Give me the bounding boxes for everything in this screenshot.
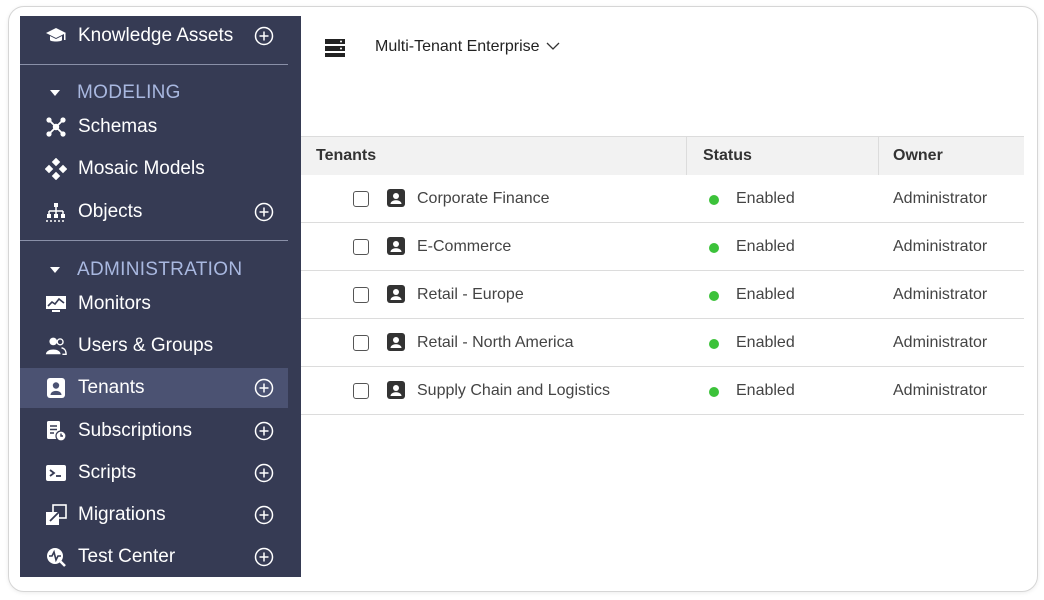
tenant-badge-icon <box>386 236 406 256</box>
add-object-icon[interactable] <box>254 202 274 222</box>
add-subscription-icon[interactable] <box>254 421 274 441</box>
status-text: Enabled <box>736 190 795 207</box>
column-header-status[interactable]: Status <box>686 137 752 175</box>
column-header-owner[interactable]: Owner <box>878 137 943 175</box>
sidebar-item-schemas[interactable]: Schemas <box>20 107 301 147</box>
tenant-selector-dropdown[interactable]: Multi-Tenant Enterprise <box>375 38 560 56</box>
sidebar-item-label: Subscriptions <box>78 420 193 441</box>
sidebar-item-label: Tenants <box>78 377 145 398</box>
objects-hierarchy-icon <box>45 201 67 223</box>
sidebar-item-mosaic-models[interactable]: Mosaic Models <box>20 149 301 189</box>
terminal-icon <box>45 462 67 484</box>
tenant-selector-label: Multi-Tenant Enterprise <box>375 38 540 55</box>
sidebar-divider <box>20 240 288 241</box>
table-row[interactable]: Corporate Finance Enabled Administrator <box>301 175 1024 223</box>
tenant-name: Supply Chain and Logistics <box>417 382 611 399</box>
table-header: Tenants Status Owner <box>301 136 1024 176</box>
chevron-down-icon <box>546 38 560 56</box>
sidebar-item-monitors[interactable]: Monitors <box>20 284 301 324</box>
status-dot <box>709 195 719 205</box>
column-header-tenants[interactable]: Tenants <box>316 137 376 175</box>
tenant-name: Corporate Finance <box>417 190 550 207</box>
tenant-badge-icon <box>386 380 406 400</box>
section-title: MODELING <box>77 82 181 103</box>
test-center-icon <box>45 546 67 568</box>
owner-text: Administrator <box>893 382 988 399</box>
sidebar-item-label: Users & Groups <box>78 335 214 356</box>
caret-down-icon <box>50 267 60 273</box>
sidebar-item-test-center[interactable]: Test Center <box>20 537 301 577</box>
graduation-cap-icon <box>45 25 67 47</box>
add-test-icon[interactable] <box>254 547 274 567</box>
sidebar-item-tenants[interactable]: Tenants <box>20 368 288 408</box>
sidebar: Knowledge Assets MODELING Schemas Mosaic… <box>20 16 301 577</box>
owner-text: Administrator <box>893 190 988 207</box>
owner-text: Administrator <box>893 238 988 255</box>
sidebar-item-label: Test Center <box>78 546 176 567</box>
row-checkbox[interactable] <box>353 287 369 303</box>
add-knowledge-asset-icon[interactable] <box>254 26 274 46</box>
sidebar-item-label: Mosaic Models <box>78 158 205 179</box>
mosaic-icon <box>45 158 67 180</box>
section-administration[interactable]: ADMINISTRATION <box>20 255 301 285</box>
status-text: Enabled <box>736 334 795 351</box>
sidebar-item-scripts[interactable]: Scripts <box>20 453 301 493</box>
caret-down-icon <box>50 90 60 96</box>
owner-text: Administrator <box>893 334 988 351</box>
sidebar-item-label: Scripts <box>78 462 137 483</box>
sidebar-divider <box>20 64 288 65</box>
sidebar-item-label: Schemas <box>78 116 158 137</box>
section-modeling[interactable]: MODELING <box>20 78 301 108</box>
row-checkbox[interactable] <box>353 335 369 351</box>
sidebar-item-label: Objects <box>78 201 143 222</box>
migration-icon <box>45 504 67 526</box>
status-dot <box>709 243 719 253</box>
table-row[interactable]: Retail - Europe Enabled Administrator <box>301 271 1024 319</box>
row-checkbox[interactable] <box>353 239 369 255</box>
row-checkbox[interactable] <box>353 383 369 399</box>
monitor-chart-icon <box>45 293 67 315</box>
status-text: Enabled <box>736 238 795 255</box>
sidebar-item-migrations[interactable]: Migrations <box>20 495 301 535</box>
sidebar-item-label: Monitors <box>78 293 151 314</box>
tenant-name: Retail - North America <box>417 334 574 351</box>
users-icon <box>45 335 67 357</box>
tenant-badge-icon <box>386 332 406 352</box>
tenant-badge-icon <box>45 377 67 399</box>
row-checkbox[interactable] <box>353 191 369 207</box>
table-row[interactable]: Retail - North America Enabled Administr… <box>301 319 1024 367</box>
schema-network-icon <box>45 116 67 138</box>
sidebar-item-label: Migrations <box>78 504 166 525</box>
sidebar-item-objects[interactable]: Objects <box>20 192 301 232</box>
sidebar-item-knowledge-assets[interactable]: Knowledge Assets <box>20 16 301 56</box>
status-dot <box>709 387 719 397</box>
status-text: Enabled <box>736 286 795 303</box>
sidebar-item-subscriptions[interactable]: Subscriptions <box>20 411 301 451</box>
status-text: Enabled <box>736 382 795 399</box>
tenant-name: E-Commerce <box>417 238 512 255</box>
add-script-icon[interactable] <box>254 463 274 483</box>
tenant-badge-icon <box>386 284 406 304</box>
status-dot <box>709 291 719 301</box>
section-title: ADMINISTRATION <box>77 259 243 280</box>
table-row[interactable]: E-Commerce Enabled Administrator <box>301 223 1024 271</box>
sidebar-item-label: Knowledge Assets <box>78 25 234 46</box>
owner-text: Administrator <box>893 286 988 303</box>
subscription-icon <box>45 420 67 442</box>
tenant-name: Retail - Europe <box>417 286 524 303</box>
status-dot <box>709 339 719 349</box>
tenant-badge-icon <box>386 188 406 208</box>
add-migration-icon[interactable] <box>254 505 274 525</box>
server-stack-icon <box>325 38 345 58</box>
sidebar-item-users-groups[interactable]: Users & Groups <box>20 326 301 366</box>
table-row[interactable]: Supply Chain and Logistics Enabled Admin… <box>301 367 1024 415</box>
add-tenant-icon[interactable] <box>254 378 274 398</box>
